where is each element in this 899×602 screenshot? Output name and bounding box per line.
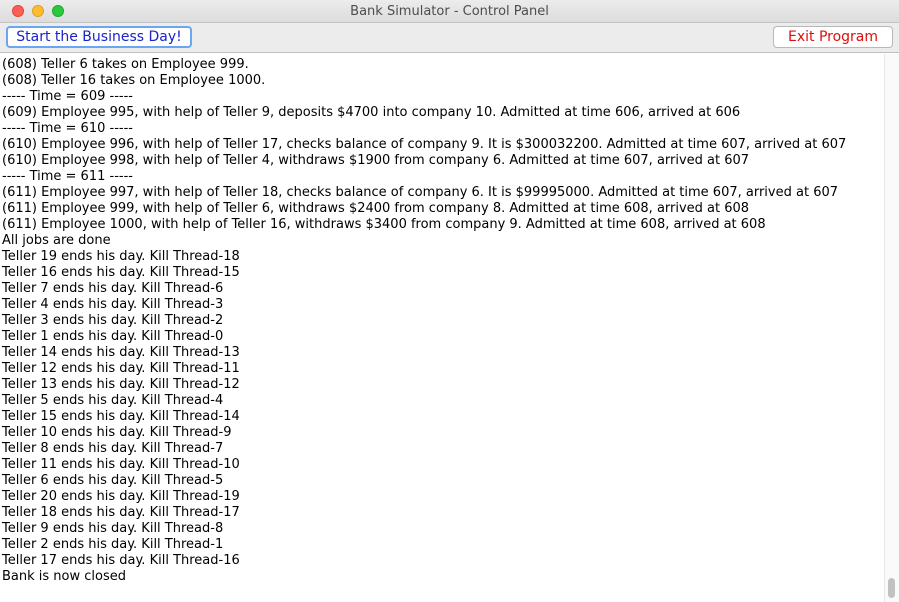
log-line: Teller 8 ends his day. Kill Thread-7	[2, 441, 224, 456]
log-line: Teller 12 ends his day. Kill Thread-11	[2, 361, 240, 376]
log-line: (610) Employee 998, with help of Teller …	[2, 153, 750, 168]
log-line: All jobs are done	[2, 233, 111, 248]
log-line: Teller 14 ends his day. Kill Thread-13	[2, 345, 240, 360]
start-business-day-button[interactable]: Start the Business Day!	[6, 26, 192, 48]
log-line: (609) Employee 995, with help of Teller …	[2, 105, 741, 120]
log-line: Teller 2 ends his day. Kill Thread-1	[2, 537, 224, 552]
window-title: Bank Simulator - Control Panel	[350, 4, 549, 19]
log-line: Teller 7 ends his day. Kill Thread-6	[2, 281, 224, 296]
log-line: Teller 15 ends his day. Kill Thread-14	[2, 409, 240, 424]
app-window: Bank Simulator - Control Panel Start the…	[0, 0, 899, 602]
log-line: Teller 11 ends his day. Kill Thread-10	[2, 457, 240, 472]
log-line: Teller 4 ends his day. Kill Thread-3	[2, 297, 224, 312]
log-line: Teller 3 ends his day. Kill Thread-2	[2, 313, 224, 328]
log-output-area[interactable]: (608) Teller 6 takes on Employee 999. (6…	[0, 54, 884, 602]
control-toolbar: Start the Business Day! Exit Program	[0, 23, 899, 53]
log-line: Teller 9 ends his day. Kill Thread-8	[2, 521, 224, 536]
log-line: Teller 19 ends his day. Kill Thread-18	[2, 249, 240, 264]
log-line: Teller 16 ends his day. Kill Thread-15	[2, 265, 240, 280]
log-line: (611) Employee 999, with help of Teller …	[2, 201, 750, 216]
log-line: ----- Time = 610 -----	[2, 121, 133, 136]
log-line: Teller 1 ends his day. Kill Thread-0	[2, 329, 224, 344]
log-line: Teller 5 ends his day. Kill Thread-4	[2, 393, 224, 408]
exit-program-button[interactable]: Exit Program	[773, 26, 893, 48]
log-line: (611) Employee 997, with help of Teller …	[2, 185, 839, 200]
log-line: (608) Teller 16 takes on Employee 1000.	[2, 73, 266, 88]
log-line: Teller 18 ends his day. Kill Thread-17	[2, 505, 240, 520]
log-line: Teller 10 ends his day. Kill Thread-9	[2, 425, 232, 440]
log-line: Teller 6 ends his day. Kill Thread-5	[2, 473, 224, 488]
log-scrollbar[interactable]	[884, 54, 899, 602]
log-line: ----- Time = 611 -----	[2, 169, 133, 184]
log-line: Teller 20 ends his day. Kill Thread-19	[2, 489, 240, 504]
log-line: Teller 13 ends his day. Kill Thread-12	[2, 377, 240, 392]
log-line: Teller 17 ends his day. Kill Thread-16	[2, 553, 240, 568]
log-line: (610) Employee 996, with help of Teller …	[2, 137, 847, 152]
log-line: (611) Employee 1000, with help of Teller…	[2, 217, 766, 232]
log-line: Bank is now closed	[2, 569, 126, 584]
scrollbar-thumb[interactable]	[888, 578, 895, 598]
title-bar[interactable]: Bank Simulator - Control Panel	[0, 0, 899, 23]
log-line: (608) Teller 6 takes on Employee 999.	[2, 57, 249, 72]
log-line: ----- Time = 609 -----	[2, 89, 133, 104]
